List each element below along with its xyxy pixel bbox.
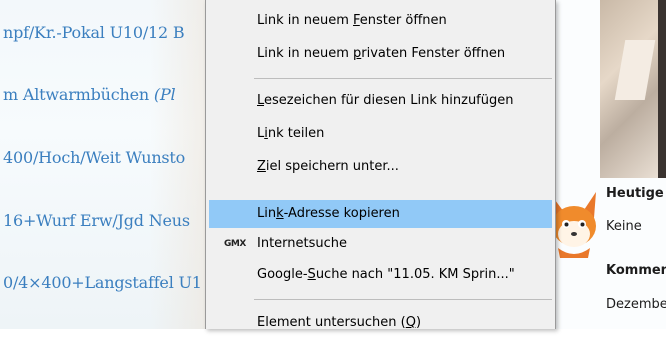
event-link-2[interactable]: m Altwarmbüchen (Pl (3, 85, 176, 104)
menu-item-internet-search[interactable]: GMX Internetsuche (209, 230, 552, 258)
event-link-3[interactable]: 400/Hoch/Weit Wunsto (3, 148, 185, 167)
menu-item-copy-link-address[interactable]: Link-Adresse kopieren (209, 200, 552, 228)
menu-item-save-target-as[interactable]: Ziel speichern unter... (209, 153, 552, 181)
sidebar-today-value: Keine (606, 219, 642, 234)
sidebar-heading-comments: Kommen (606, 263, 666, 278)
menu-separator (254, 78, 552, 79)
menu-item-google-search[interactable]: Google-Suche nach "11.05. KM Sprin..." (209, 261, 552, 289)
menu-item-share-link[interactable]: Link teilen (209, 120, 552, 148)
photo-shape (614, 40, 656, 100)
menu-item-open-new-window[interactable]: Link in neuem Fenster öffnen (209, 7, 552, 35)
gmx-icon: GMX (224, 239, 246, 249)
context-menu: Link in neuem Fenster öffnen Link in neu… (205, 0, 556, 330)
header-photo (600, 0, 666, 178)
photo-edge (658, 0, 666, 178)
menu-separator (254, 299, 552, 300)
event-link-1[interactable]: npf/Kr.-Pokal U10/12 B (3, 23, 185, 42)
event-link-4[interactable]: 16+Wurf Erw/Jgd Neus (3, 211, 190, 230)
event-link-5[interactable]: 0/4×400+Langstaffel U1 (3, 273, 202, 292)
sidebar-heading-today: Heutige (606, 186, 664, 201)
menu-item-open-private-window[interactable]: Link in neuem privaten Fenster öffnen (209, 40, 552, 68)
sidebar-comments-value: Dezembe (606, 297, 666, 312)
menu-item-bookmark-link[interactable]: Lesezeichen für diesen Link hinzufügen (209, 87, 552, 115)
menu-item-inspect-element[interactable]: Element untersuchen (Q) (209, 309, 552, 337)
